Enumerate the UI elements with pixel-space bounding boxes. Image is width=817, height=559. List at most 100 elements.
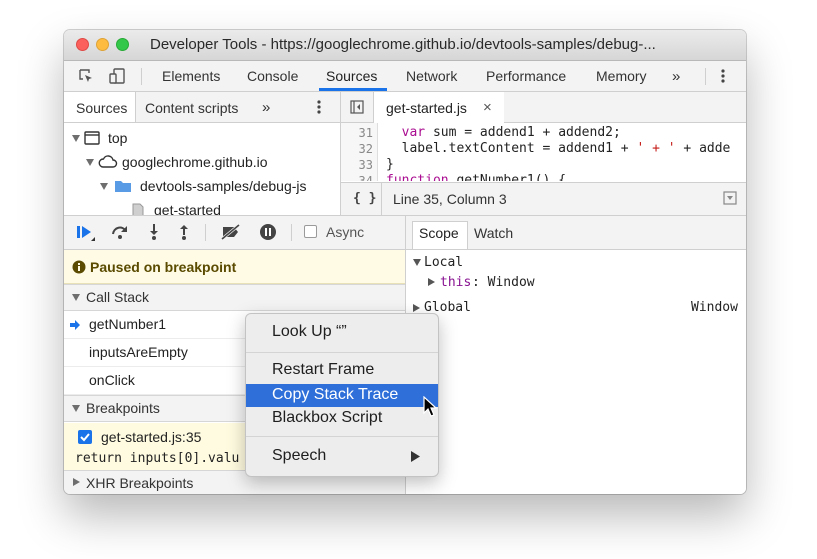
pretty-print-button[interactable]: { } — [353, 191, 376, 206]
frame-label: inputsAreEmpty — [89, 344, 188, 360]
tab-sources[interactable]: Sources — [326, 68, 377, 84]
expand-triangle-icon[interactable] — [73, 478, 80, 486]
tab-elements[interactable]: Elements — [162, 68, 220, 84]
tab-scope[interactable]: Scope — [419, 225, 459, 241]
toggle-navigator-icon[interactable] — [350, 100, 364, 114]
editor-tab-file[interactable]: get-started.js × — [374, 92, 504, 123]
main-tab-bar: Elements Console Sources Network Perform… — [64, 61, 746, 92]
active-tab-indicator — [319, 88, 387, 91]
tab-console[interactable]: Console — [247, 68, 298, 84]
async-label: Async — [326, 224, 365, 240]
code-editor[interactable]: 31 32 33 34 var sum = addend1 + addend2;… — [341, 123, 746, 181]
collapse-triangle-icon[interactable] — [72, 405, 80, 412]
expand-triangle-icon[interactable] — [100, 183, 108, 190]
breakpoint-location: get-started.js:35 — [101, 429, 202, 445]
deactivate-breakpoints-icon[interactable] — [220, 224, 242, 240]
navigator-tab-sources[interactable]: Sources — [76, 100, 127, 116]
breakpoint-code: return inputs[0].valu — [75, 451, 240, 466]
line-number[interactable]: 34 — [359, 174, 373, 181]
cloud-icon — [98, 155, 118, 168]
code-line: } — [386, 157, 394, 172]
menu-item-speech[interactable]: Speech — [246, 445, 438, 468]
step-out-icon[interactable] — [178, 223, 190, 241]
info-icon — [72, 260, 86, 274]
window-title: Developer Tools - https://googlechrome.g… — [150, 36, 656, 53]
toolbar-divider — [291, 224, 292, 241]
call-stack-header[interactable]: Call Stack — [64, 284, 405, 311]
step-into-icon[interactable] — [148, 223, 160, 241]
menu-item-label: Copy Stack Trace — [272, 386, 399, 403]
menu-item-label: Speech — [272, 447, 327, 464]
tab-watch[interactable]: Watch — [474, 225, 513, 241]
code-line: label.textContent = addend1 + ' + ' + ad… — [386, 141, 731, 156]
paused-message: Paused on breakpoint — [90, 259, 237, 275]
expand-triangle-icon[interactable] — [428, 278, 435, 286]
line-number[interactable]: 33 — [359, 158, 373, 172]
step-over-icon[interactable] — [110, 224, 130, 240]
expand-triangle-icon[interactable] — [72, 135, 80, 142]
scope-pane: Local this : Window Global Window — [406, 250, 746, 494]
code-text: + adde — [675, 141, 731, 156]
scope-tab-bar: Scope Watch — [406, 216, 746, 250]
inspect-element-icon[interactable] — [78, 68, 94, 84]
kebab-menu-icon[interactable] — [720, 68, 726, 84]
line-number[interactable]: 32 — [359, 142, 373, 156]
tree-item-label: devtools-samples/debug-js — [140, 178, 307, 194]
scope-this-key[interactable]: this — [440, 275, 471, 290]
scope-local-label[interactable]: Local — [424, 255, 463, 270]
keyword: var — [386, 125, 426, 140]
cursor-position: Line 35, Column 3 — [393, 191, 507, 207]
more-tabs-button[interactable]: » — [672, 68, 680, 85]
menu-item-label: Blackbox Script — [272, 409, 383, 426]
line-gutter: 31 32 33 34 — [341, 123, 378, 181]
file-icon — [132, 203, 144, 215]
expand-triangle-icon[interactable] — [86, 159, 94, 166]
editor-tab-label: get-started.js — [386, 100, 467, 116]
collapse-triangle-icon[interactable] — [413, 259, 421, 266]
close-window-button[interactable] — [76, 38, 89, 51]
menu-item-restart-frame[interactable]: Restart Frame — [246, 359, 438, 382]
tab-memory[interactable]: Memory — [596, 68, 647, 84]
pause-on-exceptions-icon[interactable] — [259, 223, 277, 241]
tree-item-top[interactable]: top — [64, 129, 340, 151]
menu-item-blackbox-script[interactable]: Blackbox Script — [246, 407, 438, 430]
context-menu: Look Up “” Restart Frame Copy Stack Trac… — [245, 313, 439, 477]
expand-triangle-icon[interactable] — [413, 304, 420, 312]
tab-performance[interactable]: Performance — [486, 68, 566, 84]
close-tab-icon[interactable]: × — [483, 99, 492, 116]
tree-item-domain[interactable]: googlechrome.github.io — [64, 153, 340, 175]
menu-item-copy-stack-trace[interactable]: Copy Stack Trace — [246, 384, 438, 407]
menu-item-look-up[interactable]: Look Up “” — [246, 321, 438, 344]
file-tree: top googlechrome.github.io devtools-samp… — [64, 123, 340, 215]
folder-icon — [115, 181, 131, 192]
device-toolbar-icon[interactable] — [108, 67, 126, 85]
toggle-debugger-icon[interactable] — [723, 191, 737, 205]
tree-item-folder[interactable]: devtools-samples/debug-js — [64, 177, 340, 199]
frame-label: getNumber1 — [89, 316, 167, 332]
minimize-window-button[interactable] — [96, 38, 109, 51]
menu-separator — [246, 436, 438, 437]
zoom-window-button[interactable] — [116, 38, 129, 51]
section-title: Breakpoints — [86, 400, 160, 416]
menu-item-label: Look Up “” — [272, 323, 347, 340]
debugger-toolbar: Async — [64, 216, 405, 250]
menu-separator — [246, 352, 438, 353]
resume-icon[interactable] — [76, 224, 96, 242]
tab-network[interactable]: Network — [406, 68, 457, 84]
async-checkbox[interactable] — [304, 225, 317, 238]
title-bar: Developer Tools - https://googlechrome.g… — [64, 30, 746, 61]
collapse-triangle-icon[interactable] — [72, 294, 80, 301]
navigator-tab-content-scripts[interactable]: Content scripts — [145, 100, 238, 116]
tree-item-label: get-started — [154, 202, 221, 215]
menu-item-label: Restart Frame — [272, 361, 375, 378]
code-text: getNumber1() { — [448, 173, 567, 181]
section-title: Call Stack — [86, 289, 150, 305]
breakpoint-checkbox[interactable] — [78, 430, 92, 444]
navigator-more-button[interactable]: » — [262, 99, 270, 116]
code-text: label.textContent = addend1 + — [386, 141, 637, 156]
line-number[interactable]: 31 — [359, 126, 373, 140]
tree-item-label: googlechrome.github.io — [122, 154, 268, 170]
tree-item-file[interactable]: get-started — [64, 201, 340, 215]
navigator-menu-icon[interactable] — [316, 99, 322, 115]
code-line: function getNumber1() { — [386, 173, 566, 181]
